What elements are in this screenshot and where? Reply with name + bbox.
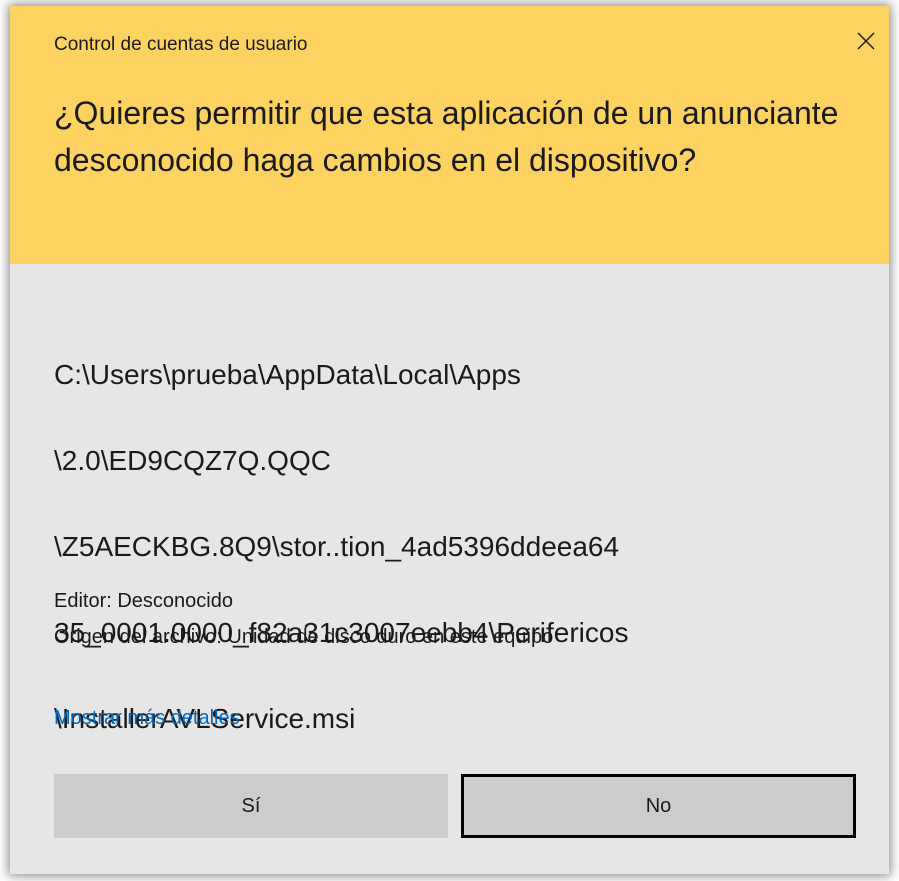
program-path-line: \2.0\ED9CQZ7Q.QQC (54, 445, 331, 476)
uac-backdrop: Control de cuentas de usuario ¿Quieres p… (0, 0, 899, 881)
show-more-details-link[interactable]: Mostrar más detalles (54, 707, 240, 730)
program-path-line: \Z5AECKBG.8Q9\stor..tion_4ad5396ddeea64 (54, 531, 620, 562)
file-origin-label: Origen del archivo: Unidad de disco duro… (54, 626, 554, 648)
publisher-label: Editor: Desconocido (54, 590, 233, 612)
close-button[interactable] (843, 18, 889, 64)
program-path-line: C:\Users\prueba\AppData\Local\Apps (54, 359, 521, 390)
yes-button[interactable]: Sí (54, 774, 448, 838)
no-button[interactable]: No (461, 774, 856, 838)
dialog-header: Control de cuentas de usuario ¿Quieres p… (10, 6, 889, 264)
window-title: Control de cuentas de usuario (54, 34, 308, 55)
uac-dialog: Control de cuentas de usuario ¿Quieres p… (10, 6, 889, 874)
close-icon (857, 32, 875, 50)
consent-question: ¿Quieres permitir que esta aplicación de… (54, 95, 839, 178)
